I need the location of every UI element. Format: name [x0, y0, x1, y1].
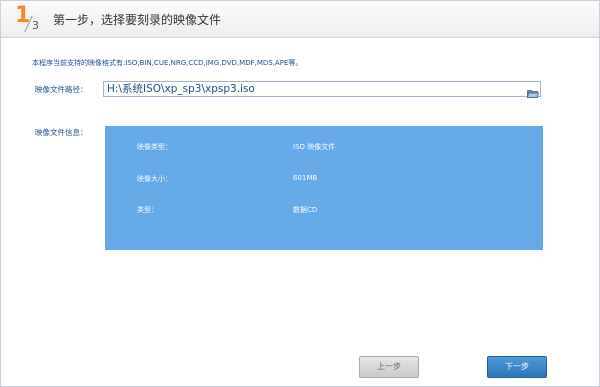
step-title: 第一步，选择要刻录的映像文件 [53, 13, 222, 27]
supported-formats-text: 本程序当前支持的映像格式有:ISO,BIN,CUE,NRG,CCD,IMG,DV… [32, 59, 303, 67]
image-info-label: 映像文件信息： [35, 128, 88, 137]
folder-open-icon[interactable] [527, 84, 539, 98]
info-type-value: ISO 映像文件 [293, 143, 336, 151]
image-path-label: 映像文件路径： [35, 85, 88, 94]
info-type-key: 映像类型： [137, 143, 172, 151]
image-path-field[interactable]: H:\系统ISO\xp_sp3\xpsp3.iso [103, 81, 541, 97]
previous-step-button[interactable]: 上一步 [359, 356, 419, 378]
info-size-value: 601MB [293, 174, 318, 182]
info-size-key: 映像大小： [137, 175, 172, 183]
image-path-value: H:\系统ISO\xp_sp3\xpsp3.iso [107, 83, 255, 95]
wizard-header: 1 3 第一步，选择要刻录的映像文件 [1, 1, 599, 38]
info-kind-value: 数据CD [293, 206, 318, 214]
step-total-number: 3 [32, 19, 39, 32]
next-step-button[interactable]: 下一步 [487, 356, 547, 378]
wizard-window: 1 3 第一步，选择要刻录的映像文件 本程序当前支持的映像格式有:ISO,BIN… [0, 0, 600, 387]
image-info-panel: 映像类型： ISO 映像文件 映像大小： 601MB 类型： 数据CD [105, 126, 543, 250]
info-kind-key: 类型： [137, 206, 158, 214]
